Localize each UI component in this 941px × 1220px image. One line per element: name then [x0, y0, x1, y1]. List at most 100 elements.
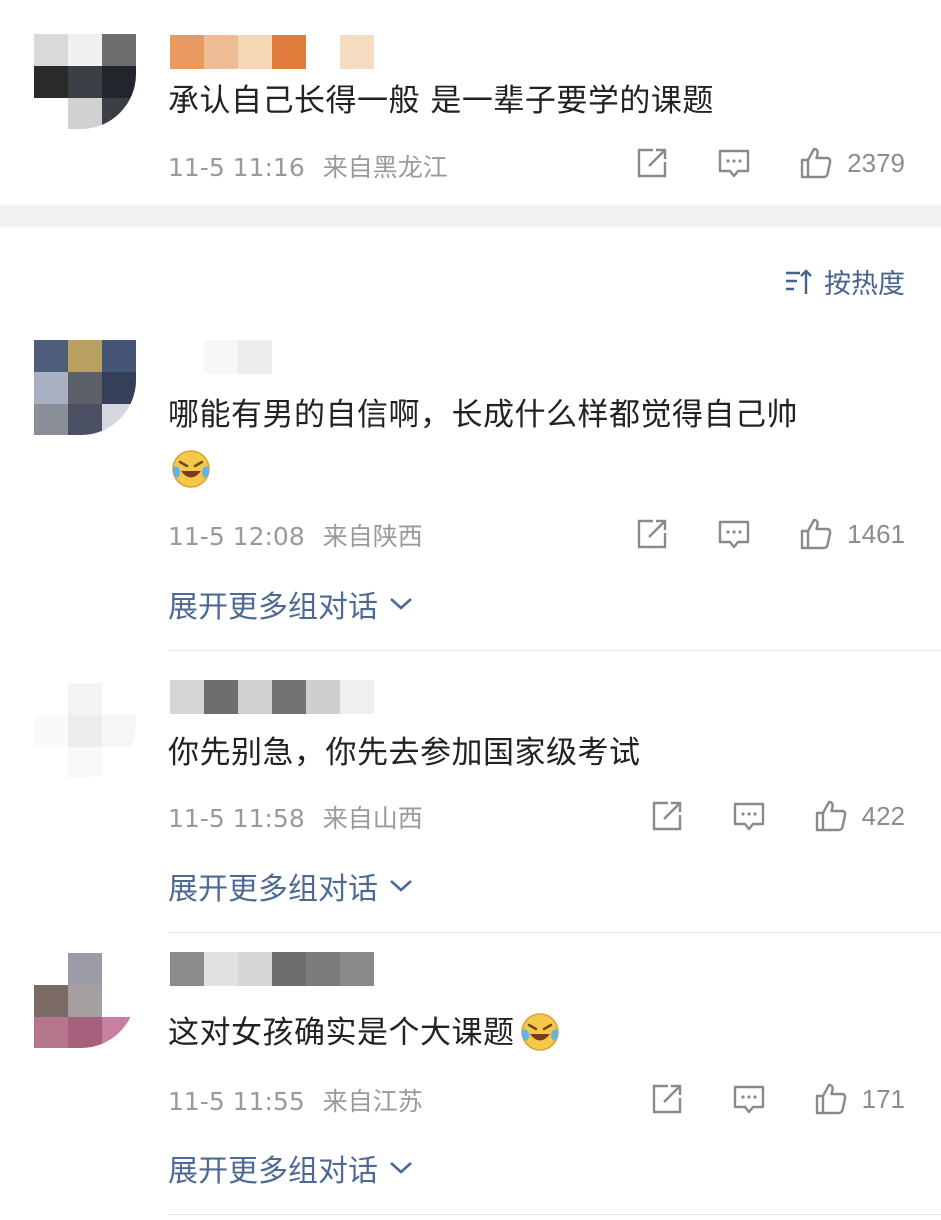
- username-pixel: [238, 340, 272, 374]
- username-redacted[interactable]: [170, 952, 374, 986]
- avatar-pixel: [34, 747, 68, 778]
- expand-conversation-link[interactable]: 展开更多组对话: [168, 1146, 414, 1190]
- avatar-pixel: [68, 34, 102, 66]
- username-pixel: [204, 680, 238, 714]
- like-count: 422: [861, 800, 905, 831]
- comment-time: 11-5 11:58: [168, 804, 305, 833]
- avatar-pixel: [34, 683, 68, 715]
- expand-conversation-link[interactable]: 展开更多组对话: [168, 582, 414, 626]
- username-pixel: [306, 680, 340, 714]
- username-pixel: [238, 35, 272, 69]
- comment-actions: 422: [650, 796, 905, 836]
- avatar-pixel: [102, 1017, 136, 1048]
- sort-label: 按热度: [824, 269, 905, 300]
- section-divider: [0, 205, 941, 227]
- avatar-pixel: [68, 98, 102, 129]
- comment-meta: 11-5 11:58 来自山西: [168, 799, 423, 835]
- avatar-pixel: [68, 1017, 102, 1048]
- comment-location: 来自江苏: [322, 1087, 423, 1116]
- comment-text-content: 这对女孩确实是个大课题: [168, 1015, 515, 1051]
- avatar-pixel: [102, 747, 136, 778]
- username-pixel: [272, 952, 306, 986]
- comment-time: 11-5 11:16: [168, 153, 305, 182]
- comment-meta: 11-5 11:16 来自黑龙江: [168, 148, 448, 184]
- sort-by-hot-button[interactable]: 按热度: [784, 262, 905, 301]
- avatar[interactable]: [34, 953, 136, 1048]
- username-pixel: [170, 340, 204, 374]
- avatar[interactable]: [34, 34, 136, 129]
- username-pixel: [306, 952, 340, 986]
- username-pixel: [340, 340, 374, 374]
- comment-actions: 2379: [635, 143, 905, 183]
- comment-location: 来自黑龙江: [322, 153, 448, 182]
- comment-text: 你先别急，你先去参加国家级考试: [168, 735, 641, 771]
- avatar-pixel: [102, 98, 136, 129]
- share-icon[interactable]: [650, 799, 684, 833]
- comment-icon[interactable]: [717, 517, 751, 551]
- like-icon[interactable]: [814, 799, 848, 833]
- like-icon[interactable]: [814, 1082, 848, 1116]
- username-pixel: [170, 680, 204, 714]
- comment-icon[interactable]: [732, 799, 766, 833]
- avatar-pixel: [34, 340, 68, 372]
- username-pixel: [204, 35, 238, 69]
- like-icon[interactable]: [799, 517, 833, 551]
- avatar-pixel: [34, 66, 68, 98]
- avatar-pixel: [34, 372, 68, 404]
- avatar-pixel: [68, 683, 102, 715]
- avatar[interactable]: [34, 340, 136, 435]
- username-redacted[interactable]: [170, 35, 374, 69]
- like-count: 1461: [847, 518, 905, 549]
- avatar-pixel: [34, 953, 68, 985]
- avatar-pixel: [102, 372, 136, 404]
- username-pixel: [272, 35, 306, 69]
- avatar[interactable]: [34, 683, 136, 778]
- like-count: 171: [861, 1083, 905, 1114]
- expand-label: 展开更多组对话: [168, 590, 378, 625]
- avatar-pixel: [68, 372, 102, 404]
- username-pixel: [170, 35, 204, 69]
- laughing-crying-emoji: [520, 1012, 559, 1051]
- top-comment: 承认自己长得一般 是一辈子要学的课题 11-5 11:16 来自黑龙江 2379: [0, 0, 941, 205]
- comment-meta: 11-5 11:55 来自江苏: [168, 1082, 423, 1118]
- comment-text: 哪能有男的自信啊，长成什么样都觉得自己帅: [168, 392, 798, 438]
- avatar-pixel: [102, 683, 136, 715]
- share-icon[interactable]: [635, 146, 669, 180]
- comment-icon[interactable]: [717, 146, 751, 180]
- username-pixel: [340, 680, 374, 714]
- avatar-pixel: [34, 1017, 68, 1048]
- avatar-pixel: [68, 404, 102, 435]
- comment-divider: [168, 932, 941, 933]
- comment-divider: [168, 650, 941, 651]
- sort-icon: [786, 268, 812, 294]
- username-redacted[interactable]: [170, 340, 374, 374]
- username-pixel: [170, 952, 204, 986]
- comment-text: 这对女孩确实是个大课题: [168, 1010, 561, 1056]
- comment-actions: 1461: [635, 514, 905, 554]
- username-pixel: [306, 35, 340, 69]
- share-icon[interactable]: [635, 517, 669, 551]
- avatar-pixel: [34, 34, 68, 66]
- laughing-crying-emoji: [172, 450, 210, 488]
- avatar-pixel: [34, 404, 68, 435]
- username-pixel: [306, 340, 340, 374]
- comment-location: 来自山西: [322, 804, 423, 833]
- username-pixel: [204, 340, 238, 374]
- avatar-pixel: [68, 66, 102, 98]
- share-icon[interactable]: [650, 1082, 684, 1116]
- comment-time: 11-5 11:55: [168, 1087, 305, 1116]
- like-count: 2379: [847, 147, 905, 178]
- comment-icon[interactable]: [732, 1082, 766, 1116]
- avatar-pixel: [68, 985, 102, 1017]
- username-pixel: [272, 340, 306, 374]
- emoji-row: [170, 448, 212, 490]
- username-pixel: [340, 35, 374, 69]
- username-redacted[interactable]: [170, 680, 374, 714]
- like-icon[interactable]: [799, 146, 833, 180]
- username-pixel: [340, 952, 374, 986]
- expand-conversation-link[interactable]: 展开更多组对话: [168, 864, 414, 908]
- comment-location: 来自陕西: [322, 522, 423, 551]
- comment-time: 11-5 12:08: [168, 522, 305, 551]
- comment-divider: [168, 1214, 941, 1215]
- avatar-pixel: [102, 715, 136, 747]
